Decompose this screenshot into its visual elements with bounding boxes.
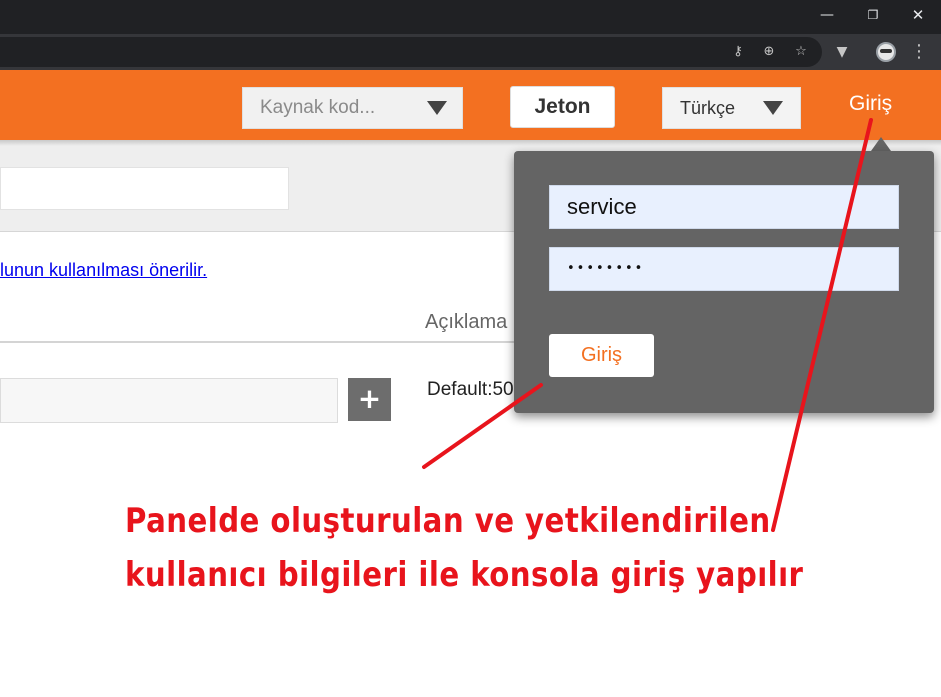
star-icon[interactable]: ☆ (789, 40, 813, 64)
profile-avatar[interactable] (876, 42, 896, 62)
row-value-input[interactable] (0, 378, 338, 423)
source-code-select[interactable]: Kaynak kod... (242, 87, 463, 129)
restore-icon[interactable]: ❐ (850, 0, 896, 30)
close-icon[interactable]: ✕ (895, 0, 941, 30)
password-field[interactable]: •••••••• (549, 247, 899, 291)
language-select-value: Türkçe (680, 98, 736, 118)
login-link[interactable]: Giriş (849, 92, 892, 116)
annotation-text: Panelde oluşturulan ve yetkilendirilen k… (125, 494, 813, 602)
key-icon[interactable]: ⚷ (726, 40, 750, 64)
browser-toolbar: ⚷ ⊕ ☆ ▼ ⋮ (0, 34, 941, 70)
chevron-down-icon (763, 101, 783, 115)
annotation-line-1: Panelde oluşturulan ve yetkilendirilen (125, 501, 771, 541)
extension-v-icon[interactable]: ▼ (830, 40, 854, 64)
popover-arrow (871, 137, 891, 151)
token-button[interactable]: Jeton (510, 86, 615, 128)
app-header: Kaynak kod... Jeton Türkçe Giriş (0, 70, 941, 140)
minimize-icon[interactable]: — (804, 0, 850, 30)
login-popover: service •••••••• Giriş (514, 151, 934, 413)
login-submit-button[interactable]: Giriş (549, 334, 654, 377)
description-column-header: Açıklama (425, 311, 508, 333)
band-input[interactable] (0, 167, 289, 210)
address-bar[interactable]: ⚷ ⊕ ☆ (0, 37, 822, 67)
default-value-text: Default:50 (427, 379, 514, 400)
menu-dots-icon[interactable]: ⋮ (907, 40, 931, 64)
column-divider (0, 341, 560, 343)
chevron-down-icon (427, 101, 447, 115)
screenshot-root: — ❐ ✕ ⚷ ⊕ ☆ ▼ ⋮ Kaynak kod... Jeton Türk… (0, 0, 941, 697)
browser-titlebar: — ❐ ✕ (0, 0, 941, 34)
add-icon[interactable]: + (348, 378, 391, 421)
source-code-select-placeholder: Kaynak kod... (260, 97, 376, 118)
language-select[interactable]: Türkçe (662, 87, 801, 129)
annotation-line-2: kullanıcı bilgileri ile konsola giriş ya… (125, 555, 804, 595)
notice-link[interactable]: lunun kullanılması önerilir. (0, 260, 207, 281)
username-field[interactable]: service (549, 185, 899, 229)
zoom-icon[interactable]: ⊕ (757, 40, 781, 64)
